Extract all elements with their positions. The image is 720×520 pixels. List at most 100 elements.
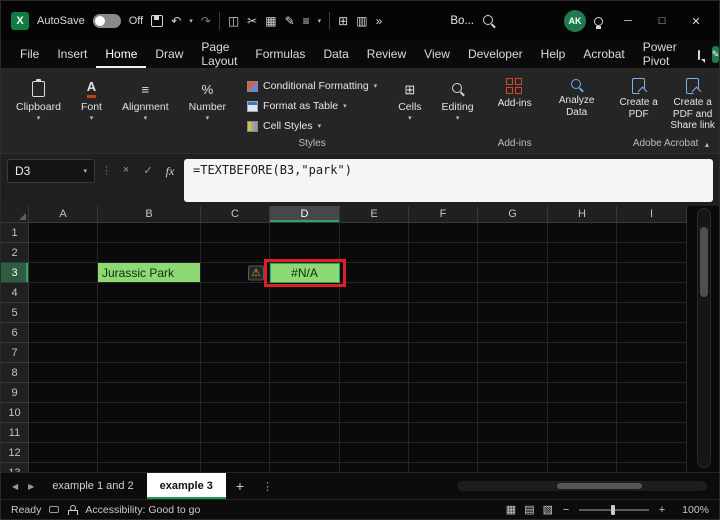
row-header-10[interactable]: 10 [1,403,29,423]
cancel-formula-button[interactable]: × [118,159,134,176]
menu-tab-draw[interactable]: Draw [146,41,192,68]
cell-F12[interactable] [409,443,478,463]
cell-E6[interactable] [340,323,409,343]
format-as-table-button[interactable]: Format as Table ▾ [247,96,377,116]
cell-E8[interactable] [340,363,409,383]
cell-D13[interactable] [270,463,340,472]
cell-F10[interactable] [409,403,478,423]
number-group-button[interactable]: % Number ▾ [182,72,233,151]
row-header-8[interactable]: 8 [1,363,29,383]
cell-F9[interactable] [409,383,478,403]
cell-F7[interactable] [409,343,478,363]
paste-icon[interactable]: ◫ [228,15,239,27]
cell-I2[interactable] [617,243,687,263]
zoom-slider[interactable] [579,504,649,515]
horizontal-scrollbar[interactable] [457,481,707,491]
cell-F11[interactable] [409,423,478,443]
cell-A8[interactable] [29,363,98,383]
macro-record-icon[interactable] [49,506,60,513]
cell-G9[interactable] [478,383,548,403]
clipboard-group-button[interactable]: Clipboard ▾ [9,72,68,151]
cell-B9[interactable] [98,383,201,403]
cell-F2[interactable] [409,243,478,263]
horizontal-scrollbar-thumb[interactable] [557,483,642,489]
row-header-5[interactable]: 5 [1,303,29,323]
zoom-out-button[interactable]: − [561,504,571,516]
sheet-tab-overflow-icon[interactable]: ⋮ [254,473,281,499]
cell-C10[interactable] [201,403,270,423]
cell-D12[interactable] [270,443,340,463]
menu-tab-power-pivot[interactable]: Power Pivot [634,40,686,68]
cell-F4[interactable] [409,283,478,303]
cell-G11[interactable] [478,423,548,443]
cell-H7[interactable] [548,343,617,363]
cell-C11[interactable] [201,423,270,443]
row-header-4[interactable]: 4 [1,283,29,303]
cell-B2[interactable] [98,243,201,263]
cell-G13[interactable] [478,463,548,472]
cell-A10[interactable] [29,403,98,423]
select-all-corner[interactable] [1,206,29,223]
create-pdf-button[interactable]: Create a PDF [613,76,665,132]
row-header-7[interactable]: 7 [1,343,29,363]
enter-formula-button[interactable]: ✓ [140,159,156,177]
cell-I8[interactable] [617,363,687,383]
row-header-9[interactable]: 9 [1,383,29,403]
menu-tab-view[interactable]: View [415,41,459,68]
menu-tab-formulas[interactable]: Formulas [246,41,314,68]
cell-E7[interactable] [340,343,409,363]
pivot-icon[interactable]: ▥ [356,15,367,27]
column-header-D[interactable]: D [270,206,340,223]
cell-G12[interactable] [478,443,548,463]
cell-F8[interactable] [409,363,478,383]
cell-I10[interactable] [617,403,687,423]
menu-tab-page-layout[interactable]: Page Layout [192,40,246,68]
cell-I12[interactable] [617,443,687,463]
sheet-tab-example-1-and-2[interactable]: example 1 and 2 [39,473,146,499]
cell-B12[interactable] [98,443,201,463]
cell-F6[interactable] [409,323,478,343]
undo-chevron-down-icon[interactable]: ▾ [189,18,193,25]
vertical-scrollbar[interactable] [697,208,711,468]
cell-C9[interactable] [201,383,270,403]
formula-input[interactable]: =TEXTBEFORE(B3,"park") [184,159,713,202]
row-header-6[interactable]: 6 [1,323,29,343]
cell-F3[interactable] [409,263,478,283]
autosave-toggle[interactable] [92,14,121,28]
cell-G8[interactable] [478,363,548,383]
cell-H11[interactable] [548,423,617,443]
menu-tab-file[interactable]: File [11,41,48,68]
column-header-I[interactable]: I [617,206,687,223]
cell-E11[interactable] [340,423,409,443]
cell-A5[interactable] [29,303,98,323]
cell-H2[interactable] [548,243,617,263]
cell-C2[interactable] [201,243,270,263]
cell-D3[interactable]: #N/A [270,263,340,283]
accessibility-status[interactable]: Accessibility: Good to go [85,504,200,516]
normal-view-icon[interactable]: ▦ [506,503,516,516]
format-painter-icon[interactable]: ✎ [285,15,295,27]
row-header-11[interactable]: 11 [1,423,29,443]
search-icon[interactable] [482,14,496,28]
cell-D10[interactable] [270,403,340,423]
cell-H12[interactable] [548,443,617,463]
cell-D5[interactable] [270,303,340,323]
cell-B6[interactable] [98,323,201,343]
cell-G10[interactable] [478,403,548,423]
cell-I3[interactable] [617,263,687,283]
cell-A4[interactable] [29,283,98,303]
add-ins-button[interactable]: Add-ins [489,76,541,110]
cell-D11[interactable] [270,423,340,443]
column-header-C[interactable]: C [201,206,270,223]
close-button[interactable]: ✕ [683,15,709,28]
cell-B5[interactable] [98,303,201,323]
more-commands-icon[interactable]: » [376,15,383,27]
cell-E3[interactable] [340,263,409,283]
create-pdf-share-button[interactable]: Create a PDF and Share link [667,76,719,132]
share-icon[interactable]: ✎ [711,46,720,63]
cell-D9[interactable] [270,383,340,403]
chart-icon[interactable]: ▦ [265,15,276,27]
add-sheet-button[interactable]: + [226,473,254,499]
cell-A7[interactable] [29,343,98,363]
conditional-formatting-button[interactable]: Conditional Formatting ▾ [247,76,377,96]
